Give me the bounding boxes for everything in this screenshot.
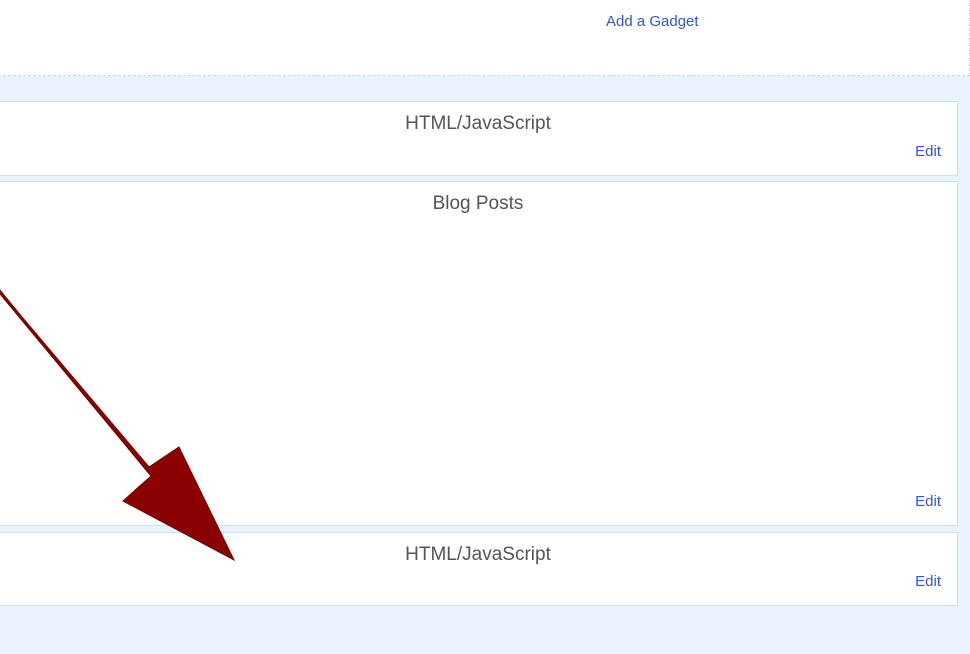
layout-editor: Add a Gadget HTML/JavaScript Edit Blog P… (0, 0, 970, 654)
widget-html-javascript-top: HTML/JavaScript Edit (0, 101, 958, 176)
widget-blog-posts: Blog Posts Edit (0, 181, 958, 526)
edit-link[interactable]: Edit (915, 143, 941, 160)
widget-html-javascript-bottom: HTML/JavaScript Edit (0, 532, 958, 606)
widget-title: HTML/JavaScript (405, 544, 551, 565)
widget-title: HTML/JavaScript (405, 113, 551, 134)
add-gadget-link[interactable]: Add a Gadget (606, 13, 699, 30)
edit-link[interactable]: Edit (915, 493, 941, 510)
add-gadget-zone: Add a Gadget (0, 0, 970, 76)
edit-link[interactable]: Edit (915, 573, 941, 590)
widget-title: Blog Posts (432, 193, 524, 214)
